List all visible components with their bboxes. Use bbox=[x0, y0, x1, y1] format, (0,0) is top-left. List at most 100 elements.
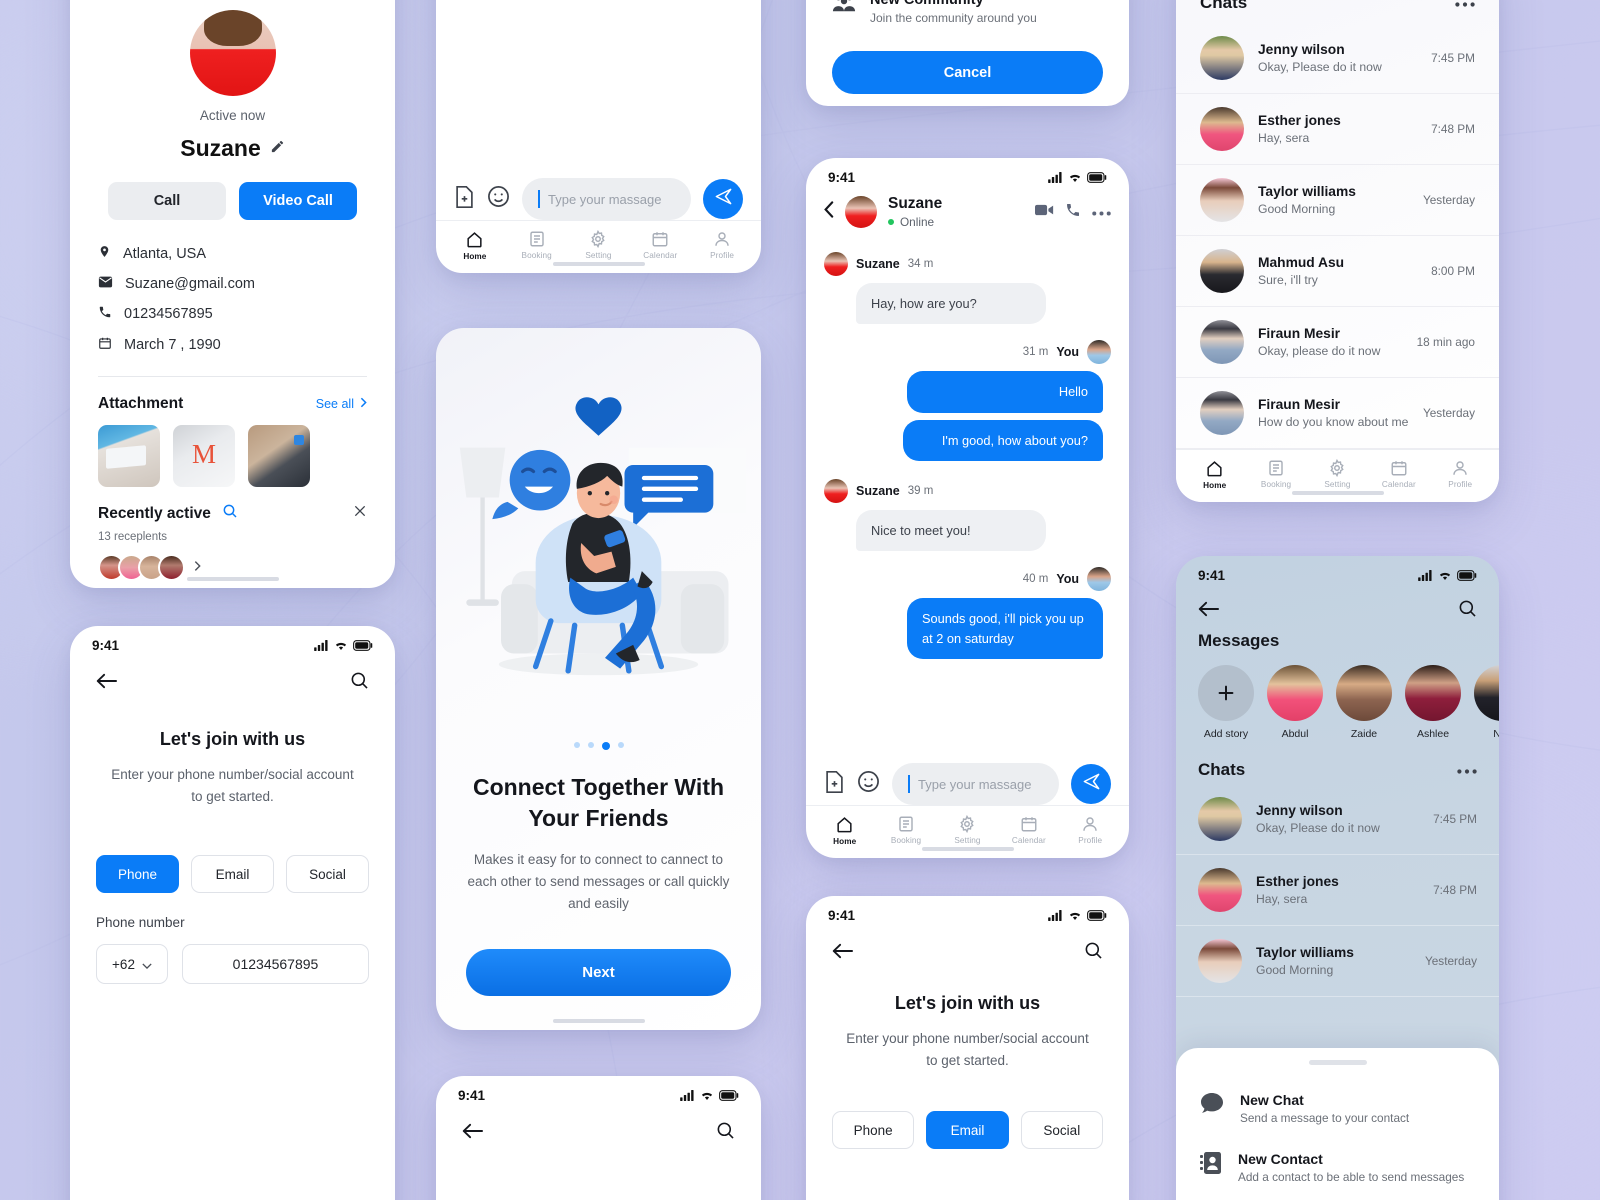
chat-list-item[interactable]: Taylor williams Good Morning Yesterday bbox=[1176, 926, 1499, 997]
arrow-left-icon[interactable] bbox=[832, 943, 853, 964]
dot[interactable] bbox=[617, 742, 624, 748]
arrow-left-icon[interactable] bbox=[96, 673, 117, 694]
chevron-right-icon[interactable] bbox=[194, 559, 201, 577]
chat-list-item[interactable]: Esther jones Hay, sera 7:48 PM bbox=[1176, 855, 1499, 926]
chat-time: Yesterday bbox=[1424, 954, 1477, 968]
story-ashlee[interactable]: Ashlee bbox=[1405, 665, 1461, 740]
search-icon[interactable] bbox=[350, 671, 369, 695]
chat-name: Mahmud Asu bbox=[1258, 255, 1345, 270]
country-code-select[interactable]: +62 bbox=[96, 944, 168, 985]
messages-title: Messages bbox=[1198, 631, 1280, 650]
video-camera-icon[interactable] bbox=[1035, 203, 1054, 222]
nav-item-setting[interactable]: Setting bbox=[1309, 459, 1365, 489]
chat-list-item[interactable]: Jenny wilson Okay, Please do it now 7:45 … bbox=[1176, 784, 1499, 855]
dot[interactable] bbox=[573, 742, 580, 748]
close-icon[interactable] bbox=[353, 504, 367, 523]
more-horizontal-icon[interactable] bbox=[1092, 203, 1111, 221]
see-all-label: See all bbox=[315, 397, 354, 411]
avatar bbox=[1200, 178, 1244, 222]
profile-email-text: Suzane@gmail.com bbox=[125, 276, 255, 292]
tab-email[interactable]: Email bbox=[926, 1111, 1009, 1150]
search-icon[interactable] bbox=[222, 503, 238, 524]
attach-file-icon[interactable] bbox=[824, 770, 845, 799]
attachment-thumb[interactable] bbox=[98, 425, 160, 487]
nav-item-booking[interactable]: Booking bbox=[509, 230, 565, 260]
avatar[interactable] bbox=[158, 554, 185, 581]
chat-list-item[interactable]: Mahmud Asu Sure, i'll try 8:00 PM bbox=[1176, 236, 1499, 307]
chat-list-item[interactable]: Esther jones Hay, sera 7:48 PM bbox=[1176, 94, 1499, 165]
status-time: 9:41 bbox=[1198, 568, 1226, 583]
story-niki[interactable]: Niki bbox=[1474, 665, 1499, 740]
nav-item-booking[interactable]: Booking bbox=[1248, 459, 1304, 489]
nav-item-home[interactable]: Home bbox=[817, 815, 873, 846]
arrow-left-icon[interactable] bbox=[462, 1123, 483, 1144]
home-indicator bbox=[186, 577, 279, 581]
tab-social[interactable]: Social bbox=[1020, 1111, 1103, 1150]
nav-item-booking[interactable]: Booking bbox=[878, 815, 934, 845]
attachment-thumb[interactable] bbox=[173, 425, 235, 487]
chat-time: 7:48 PM bbox=[1431, 122, 1475, 136]
chat-list-item[interactable]: Firaun Mesir How do you know about me Yes… bbox=[1176, 378, 1499, 449]
nav-item-profile[interactable]: Profile bbox=[694, 230, 750, 260]
sheet-item-sub: Send a message to your contact bbox=[1240, 1111, 1410, 1125]
tab-phone[interactable]: Phone bbox=[96, 855, 179, 894]
dot[interactable] bbox=[587, 742, 594, 748]
sheet-item-new-contact[interactable]: New Contact Add a contact to be able to … bbox=[1176, 1138, 1499, 1197]
video-call-button[interactable]: Video Call bbox=[239, 182, 357, 220]
phone-icon[interactable] bbox=[1065, 202, 1081, 223]
story-abdul[interactable]: Abdul bbox=[1267, 665, 1323, 740]
nav-item-profile[interactable]: Profile bbox=[1432, 459, 1488, 489]
chat-list-item[interactable]: Jenny wilson Okay, Please do it now 7:45 … bbox=[1176, 23, 1499, 94]
emoji-icon[interactable] bbox=[857, 770, 880, 798]
message-meta: 40 m You bbox=[824, 567, 1111, 592]
tab-email[interactable]: Email bbox=[191, 855, 274, 894]
nav-item-setting[interactable]: Setting bbox=[570, 230, 626, 260]
home-indicator bbox=[552, 262, 645, 266]
chat-preview: Good Morning bbox=[1258, 202, 1336, 216]
attach-file-icon[interactable] bbox=[454, 185, 475, 214]
send-button[interactable] bbox=[1071, 764, 1111, 804]
tab-phone[interactable]: Phone bbox=[832, 1111, 915, 1150]
dot-active[interactable] bbox=[601, 742, 610, 750]
nav-item-calendar[interactable]: Calendar bbox=[1371, 459, 1427, 489]
tab-social[interactable]: Social bbox=[286, 855, 369, 894]
avatar[interactable] bbox=[845, 196, 877, 228]
story-add-story[interactable]: Add story bbox=[1198, 665, 1254, 740]
chat-list-item[interactable]: Taylor williams Good Morning Yesterday bbox=[1176, 165, 1499, 236]
next-button[interactable]: Next bbox=[466, 948, 731, 996]
send-button[interactable] bbox=[703, 179, 743, 219]
message-input[interactable]: Type your massage bbox=[522, 178, 691, 220]
nav-item-home[interactable]: Home bbox=[1187, 459, 1243, 490]
call-button[interactable]: Call bbox=[108, 182, 226, 220]
attachment-title: Attachment bbox=[98, 395, 184, 412]
search-icon[interactable] bbox=[716, 1121, 735, 1145]
search-icon[interactable] bbox=[1084, 941, 1103, 965]
sheet-item-new-chat[interactable]: New Chat Send a message to your contact bbox=[1176, 1079, 1499, 1138]
battery-icon bbox=[719, 1090, 739, 1101]
nav-item-calendar[interactable]: Calendar bbox=[1001, 815, 1057, 845]
chat-list-item[interactable]: Firaun Mesir Okay, please do it now 18 mi… bbox=[1176, 307, 1499, 378]
attachment-thumb[interactable] bbox=[248, 425, 310, 487]
more-horizontal-icon[interactable] bbox=[1455, 0, 1475, 12]
more-horizontal-icon[interactable] bbox=[1457, 761, 1477, 779]
nav-item-home[interactable]: Home bbox=[447, 230, 503, 261]
nav-item-calendar[interactable]: Calendar bbox=[632, 230, 688, 260]
sheet-handle[interactable] bbox=[1308, 1060, 1367, 1065]
sheet-item-sub: Add a contact to be able to send message… bbox=[1238, 1170, 1465, 1184]
cancel-button[interactable]: Cancel bbox=[832, 51, 1103, 94]
group-icon bbox=[832, 0, 856, 19]
message-sender: You bbox=[1056, 572, 1079, 587]
search-icon[interactable] bbox=[1458, 599, 1477, 623]
nav-item-profile[interactable]: Profile bbox=[1062, 815, 1118, 845]
story-zaide[interactable]: Zaide bbox=[1336, 665, 1392, 740]
pencil-icon[interactable] bbox=[270, 139, 285, 159]
nav-item-setting[interactable]: Setting bbox=[939, 815, 995, 845]
message-input[interactable]: Type your massage bbox=[892, 763, 1059, 805]
emoji-icon[interactable] bbox=[487, 185, 510, 213]
phone-number-input[interactable]: 01234567895 bbox=[182, 944, 369, 985]
arrow-left-icon[interactable] bbox=[1198, 601, 1219, 622]
nav-label-profile: Profile bbox=[1448, 480, 1473, 489]
stories-row[interactable]: Add story Abdul Zaide Ashlee Niki Esth bbox=[1176, 651, 1499, 740]
see-all-link[interactable]: See all bbox=[316, 397, 367, 411]
back-icon[interactable] bbox=[824, 201, 834, 223]
